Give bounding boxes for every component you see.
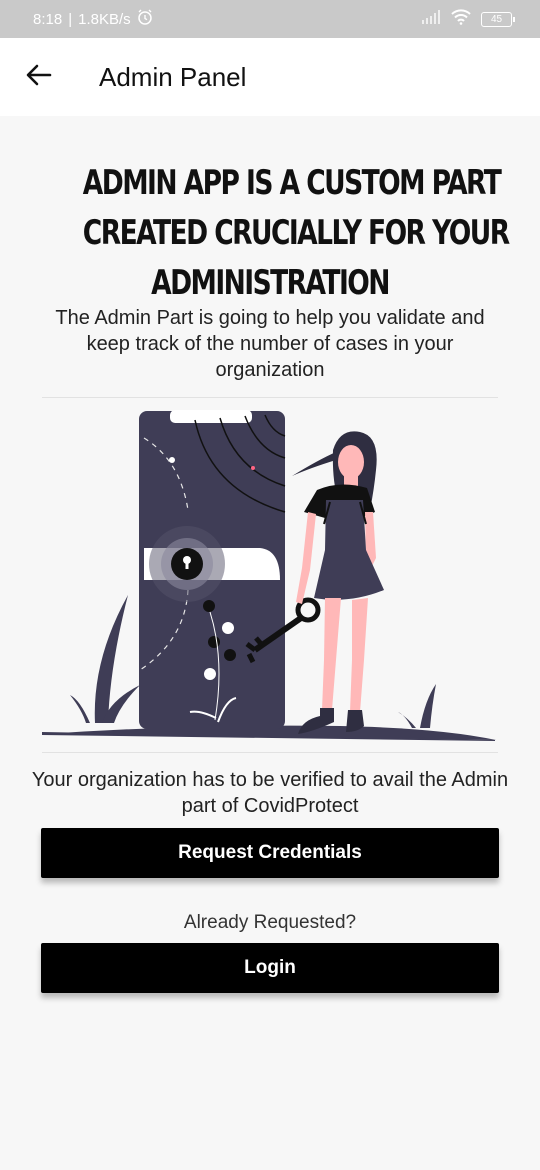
heading-line: ADMINISTRATION [151, 263, 390, 303]
back-button[interactable] [14, 52, 64, 102]
login-button[interactable]: Login [41, 943, 499, 993]
status-bar: 8:18 | 1.8KB/s 45 [0, 0, 540, 38]
page-title: Admin Panel [99, 61, 247, 92]
status-left: 8:18 | 1.8KB/s [33, 9, 153, 29]
divider [42, 397, 498, 398]
battery-level: 45 [490, 13, 503, 25]
main-heading: ADMIN APP IS A CUSTOM PART CREATED CRUCI… [82, 158, 510, 308]
verify-text: Your organization has to be verified to … [31, 769, 509, 817]
description-text: The Admin Part is going to help you vali… [55, 307, 485, 381]
heading-line: CREATED CRUCIALLY FOR YOUR [82, 213, 510, 253]
status-separator: | [68, 10, 73, 28]
already-requested-text: Already Requested? [183, 912, 357, 933]
wifi-icon [451, 9, 471, 29]
status-time: 8:18 [33, 10, 63, 28]
app-bar: Admin Panel [0, 38, 540, 116]
status-right: 45 [421, 9, 515, 29]
heading-line: ADMIN APP IS A CUSTOM PART [82, 163, 502, 203]
divider [42, 752, 498, 753]
network-speed: 1.8KB/s [78, 10, 131, 28]
request-credentials-button[interactable]: Request Credentials [41, 828, 499, 878]
alarm-icon [137, 9, 153, 29]
signal-icon [421, 10, 441, 28]
arrow-left-icon [26, 64, 52, 91]
battery-icon: 45 [481, 11, 515, 27]
security-illustration [40, 400, 500, 745]
